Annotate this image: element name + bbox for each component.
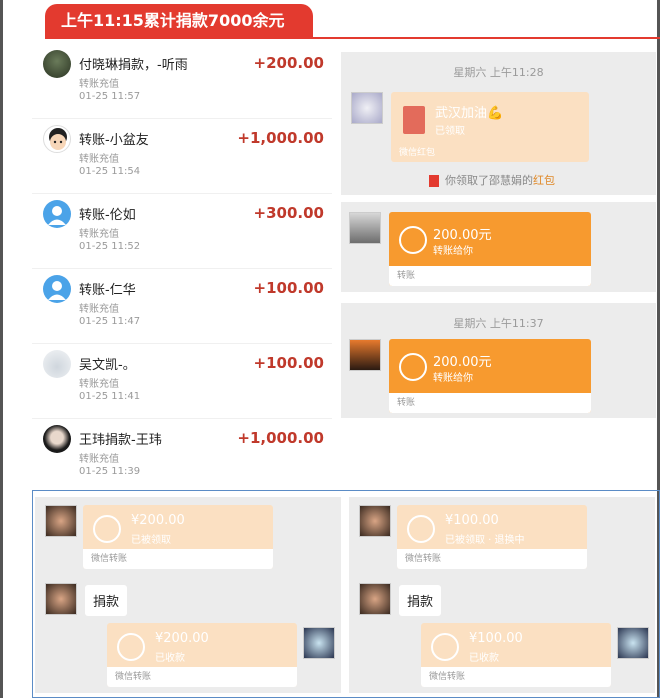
redpacket-card[interactable]: 武汉加油💪 已领取 微信红包	[391, 92, 589, 162]
chat-message: 捐款	[399, 585, 442, 616]
donation-time: 01-25 11:41	[79, 391, 141, 402]
transfer-note: 已收款	[155, 653, 185, 664]
avatar	[43, 125, 71, 153]
avatar	[349, 339, 381, 371]
transfer-icon	[399, 226, 427, 254]
avatar	[351, 92, 383, 124]
transfer-amount: 200.00元	[433, 228, 492, 243]
donor-name: 转账-仁华	[79, 283, 136, 298]
donor-name: 转账-伦如	[79, 208, 136, 223]
transfer-amount: ¥200.00	[131, 513, 185, 528]
donation-amount: +1,000.00	[237, 429, 324, 447]
header-divider	[45, 37, 660, 39]
chat-transfer-panel: 200.00元 转账给你 转账	[341, 202, 656, 292]
donation-amount: +200.00	[253, 54, 324, 72]
transfer-note: 已被领取	[131, 535, 171, 546]
donation-type: 转账充值	[79, 229, 119, 240]
check-icon	[407, 515, 435, 543]
transfer-amount: ¥200.00	[155, 631, 209, 646]
avatar	[349, 212, 381, 244]
transfer-amount: ¥100.00	[445, 513, 499, 528]
transfer-footer: 转账	[389, 393, 591, 413]
donation-amount: +100.00	[253, 354, 324, 372]
transfer-card[interactable]: ¥200.00 已被领取 微信转账	[83, 505, 273, 569]
donation-list: 付晓琳捐款，-听雨 +200.00 转账充值 01-25 11:57 转账-小盆…	[32, 44, 332, 490]
list-item[interactable]: 吴文凯-。 +100.00 转账充值 01-25 11:41	[32, 344, 332, 419]
donor-name: 吴文凯-。	[79, 358, 136, 373]
redpacket-icon	[403, 106, 425, 134]
chat-transfer-panel: 星期六 上午11:37 200.00元 转账给你 转账	[341, 303, 656, 418]
redpacket-footer: 微信红包	[399, 148, 436, 158]
notice-link[interactable]: 红包	[533, 174, 555, 187]
list-item[interactable]: 转账-仁华 +100.00 转账充值 01-25 11:47	[32, 269, 332, 344]
donor-name: 王玮捐款-王玮	[79, 433, 162, 448]
redpacket-status: 已领取	[435, 126, 465, 137]
list-item[interactable]: 转账-伦如 +300.00 转账充值 01-25 11:52	[32, 194, 332, 269]
donation-type: 转账充值	[79, 304, 119, 315]
transfer-footer: 微信转账	[107, 667, 297, 687]
donation-time: 01-25 11:57	[79, 91, 141, 102]
transfer-note: 已被领取 · 退换中	[445, 535, 525, 546]
donor-name: 付晓琳捐款，-听雨	[79, 58, 188, 73]
donation-amount: +300.00	[253, 204, 324, 222]
transfer-card[interactable]: 200.00元 转账给你 转账	[389, 212, 591, 286]
donation-time: 01-25 11:39	[79, 466, 141, 477]
transfer-card[interactable]: ¥200.00 已收款 微信转账	[107, 623, 297, 687]
avatar	[303, 627, 335, 659]
avatar	[43, 350, 71, 378]
avatar	[359, 583, 391, 615]
check-icon	[93, 515, 121, 543]
chat-right-panel: ¥100.00 已被领取 · 退换中 微信转账 捐款 ¥100.00 已收款 微…	[349, 497, 655, 693]
transfer-note: 转账给你	[433, 373, 473, 384]
avatar	[617, 627, 649, 659]
avatar	[43, 50, 71, 78]
list-item[interactable]: 转账-小盆友 +1,000.00 转账充值 01-25 11:54	[32, 119, 332, 194]
avatar	[359, 505, 391, 537]
donation-type: 转账充值	[79, 154, 119, 165]
donation-time: 01-25 11:47	[79, 316, 141, 327]
redpacket-small-icon	[429, 175, 439, 187]
redpacket-notice: 你领取了邵慧娟的红包	[429, 172, 555, 188]
transfer-card[interactable]: ¥100.00 已收款 微信转账	[421, 623, 611, 687]
transfer-note: 转账给你	[433, 246, 473, 257]
donor-name: 转账-小盆友	[79, 133, 149, 148]
donation-time: 01-25 11:52	[79, 241, 141, 252]
transfer-footer: 微信转账	[397, 549, 587, 569]
transfer-footer: 转账	[389, 266, 591, 286]
list-item[interactable]: 付晓琳捐款，-听雨 +200.00 转账充值 01-25 11:57	[32, 44, 332, 119]
avatar	[45, 505, 77, 537]
transfer-amount: 200.00元	[433, 355, 492, 370]
chat-message: 捐款	[85, 585, 128, 616]
transfer-footer: 微信转账	[421, 667, 611, 687]
donation-amount: +1,000.00	[237, 129, 324, 147]
header-title: 上午11:15累计捐款7000余元	[45, 4, 313, 37]
donation-time: 01-25 11:54	[79, 166, 141, 177]
redpacket-title: 武汉加油💪	[435, 106, 504, 121]
transfer-icon	[399, 353, 427, 381]
donation-type: 转账充值	[79, 79, 119, 90]
check-icon	[431, 633, 459, 661]
avatar	[43, 200, 71, 228]
transfer-amount: ¥100.00	[469, 631, 523, 646]
avatar	[45, 583, 77, 615]
donation-type: 转账充值	[79, 454, 119, 465]
avatar	[43, 425, 71, 453]
transfer-footer: 微信转账	[83, 549, 273, 569]
chat-timestamp: 星期六 上午11:28	[453, 66, 544, 79]
donation-type: 转账充值	[79, 379, 119, 390]
donation-amount: +100.00	[253, 279, 324, 297]
check-icon	[117, 633, 145, 661]
avatar	[43, 275, 71, 303]
chat-left-panel: ¥200.00 已被领取 微信转账 捐款 ¥200.00 已收款 微信转账	[35, 497, 341, 693]
chat-timestamp: 星期六 上午11:37	[453, 317, 544, 330]
transfer-note: 已收款	[469, 653, 499, 664]
bottom-screenshots: ¥200.00 已被领取 微信转账 捐款 ¥200.00 已收款 微信转账 ¥1…	[32, 490, 660, 698]
list-item[interactable]: 王玮捐款-王玮 +1,000.00 转账充值 01-25 11:39	[32, 419, 332, 494]
transfer-card[interactable]: 200.00元 转账给你 转账	[389, 339, 591, 413]
transfer-card[interactable]: ¥100.00 已被领取 · 退换中 微信转账	[397, 505, 587, 569]
chat-redpacket-panel: 星期六 上午11:28 武汉加油💪 已领取 微信红包 你领取了邵慧娟的红包	[341, 52, 656, 195]
notice-text: 你领取了邵慧娟的	[445, 174, 533, 187]
